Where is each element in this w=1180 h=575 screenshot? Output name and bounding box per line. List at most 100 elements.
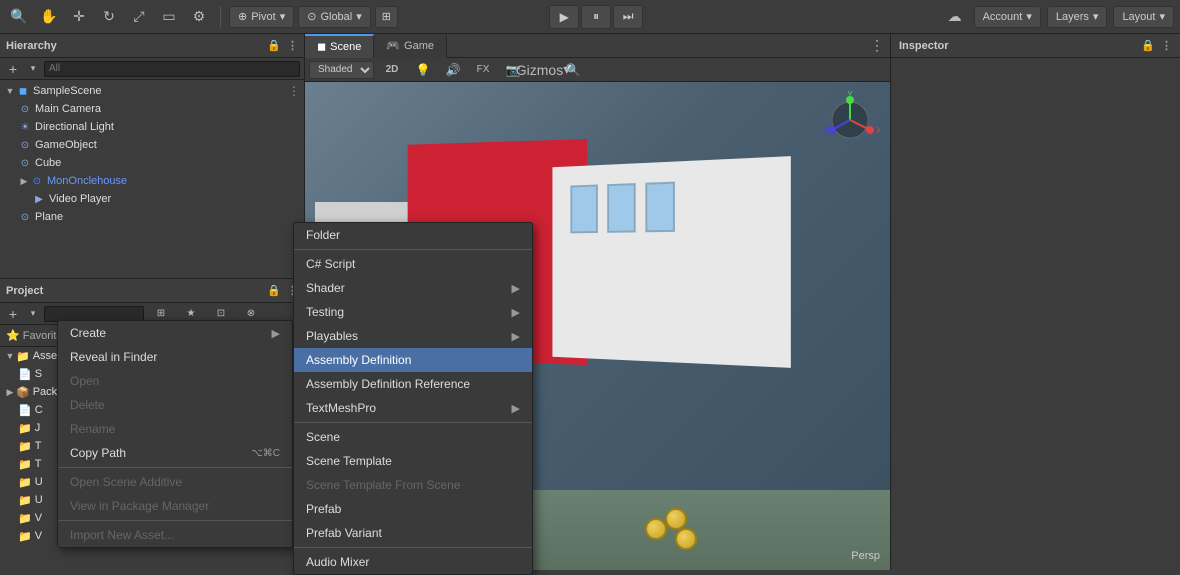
ctx-create[interactable]: Create ▶: [58, 321, 292, 345]
project-add-btn[interactable]: +: [4, 305, 22, 323]
lighting-btn[interactable]: 💡: [410, 57, 436, 83]
hierarchy-search-input[interactable]: [44, 61, 300, 77]
grid-btn[interactable]: ⊞: [375, 6, 398, 28]
global-btn[interactable]: ⊙ Global ▾: [298, 6, 371, 28]
tree-item-cube[interactable]: ⊙ Cube: [0, 154, 304, 172]
hierarchy-kebab-icon[interactable]: ⋮: [287, 39, 298, 52]
ctx-open-label: Open: [70, 374, 99, 388]
layers-button[interactable]: Layers ▾: [1047, 6, 1108, 28]
ctx-scene[interactable]: Scene: [294, 425, 532, 449]
ctx-assemblydefref[interactable]: Assembly Definition Reference: [294, 372, 532, 396]
ctx-textmeshpro[interactable]: TextMeshPro ▶: [294, 396, 532, 420]
tree-item-mononclehouse[interactable]: ▶ ⊙ MonOnclehouse: [0, 172, 304, 190]
mononclehouse-arrow: ▶: [18, 175, 30, 187]
ctx-viewpackage: View in Package Manager: [58, 494, 292, 518]
scale-tool-btn[interactable]: ⤢: [126, 4, 152, 30]
project-dropdown-btn[interactable]: ▾: [26, 305, 40, 323]
ctx-testing-label: Testing: [306, 305, 344, 319]
samplescene-arrow: ▼: [4, 85, 16, 97]
ctx-assemblydef[interactable]: Assembly Definition: [294, 348, 532, 372]
game-tab-icon: 🎮: [386, 39, 400, 52]
ctx-prefab[interactable]: Prefab: [294, 497, 532, 521]
ctx-reveal[interactable]: Reveal in Finder: [58, 345, 292, 369]
project-title: Project: [6, 285, 267, 297]
v2-folder-icon: 📁: [18, 530, 32, 543]
scene-toolbar: Shaded 2D 💡 🔊 FX 📷 Gizmos ▾ 🔍: [305, 58, 890, 82]
ctx-testing[interactable]: Testing ▶: [294, 300, 532, 324]
gizmos-label: Gizmos: [516, 62, 563, 78]
step-icon: ⏭: [623, 9, 634, 24]
hierarchy-tree: ▼ ◼ SampleScene ⋮ ⊙ Main Camera ☀ Direct…: [0, 80, 304, 278]
ctx-scenetemplate[interactable]: Scene Template: [294, 449, 532, 473]
2d-btn[interactable]: 2D: [378, 57, 406, 83]
ctx-sep-2: [58, 520, 292, 521]
ctx-audiomixer[interactable]: Audio Mixer: [294, 550, 532, 574]
ctx-opensceneadditive: Open Scene Additive: [58, 470, 292, 494]
ctx-scenetemplatefromscene-label: Scene Template From Scene: [306, 478, 461, 492]
layout-button[interactable]: Layout ▾: [1113, 6, 1174, 28]
tree-item-plane[interactable]: ⊙ Plane: [0, 208, 304, 226]
search-toolbar-btn[interactable]: 🔍: [6, 4, 32, 30]
scene-tab-icon: ◼: [317, 40, 326, 53]
pivot-label: Pivot: [251, 11, 275, 23]
scene-tabs: ◼ Scene 🎮 Game ⋮: [305, 34, 890, 58]
pivot-arrow-icon: ▾: [280, 10, 286, 23]
ctx-shader[interactable]: Shader ▶: [294, 276, 532, 300]
pause-button[interactable]: ⏸: [581, 5, 611, 29]
ctx-folder[interactable]: Folder: [294, 223, 532, 247]
tree-item-gameobject[interactable]: ⊙ GameObject: [0, 136, 304, 154]
tree-item-dirlight[interactable]: ☀ Directional Light: [0, 118, 304, 136]
hierarchy-dropdown-btn[interactable]: ▾: [26, 60, 40, 78]
ctx-assemblydef-label: Assembly Definition: [306, 353, 411, 367]
tree-item-videoplayer[interactable]: ▶ Video Player: [0, 190, 304, 208]
gizmos-btn[interactable]: Gizmos ▾: [530, 57, 556, 83]
transform-tool-btn[interactable]: ⚙: [186, 4, 212, 30]
tree-item-samplescene[interactable]: ▼ ◼ SampleScene ⋮: [0, 82, 304, 100]
s1-label: S: [35, 368, 42, 380]
ctx-playables[interactable]: Playables ▶: [294, 324, 532, 348]
ctx-csharp[interactable]: C# Script: [294, 252, 532, 276]
scene-tab[interactable]: ◼ Scene: [305, 34, 374, 58]
ctx-rsep-1: [294, 249, 532, 250]
ctx-importnew: Import New Asset...: [58, 523, 292, 547]
gameobject-label: GameObject: [35, 139, 97, 151]
audio-btn[interactable]: 🔊: [440, 57, 466, 83]
game-tab[interactable]: 🎮 Game: [374, 34, 447, 58]
samplescene-icon: ◼: [16, 84, 30, 98]
layers-arrow-icon: ▾: [1093, 10, 1099, 23]
ctx-csharp-label: C# Script: [306, 257, 355, 271]
v1-folder-icon: 📁: [18, 512, 32, 525]
j1-folder-icon: 📁: [18, 422, 32, 435]
pivot-btn[interactable]: ⊕ Pivot ▾: [229, 6, 294, 28]
right-panel: Inspector 🔒 ⋮: [890, 34, 1180, 570]
ctx-prefabvariant-label: Prefab Variant: [306, 526, 382, 540]
collab-btn[interactable]: ☁: [942, 4, 968, 30]
inspector-kebab-icon[interactable]: ⋮: [1161, 39, 1172, 52]
gizmo-widget: Y X Z: [820, 90, 880, 150]
plane-label: Plane: [35, 211, 63, 223]
ctx-copypath[interactable]: Copy Path ⌥⌘C: [58, 441, 292, 465]
scene-search-btn[interactable]: 🔍: [560, 57, 586, 83]
rotate-tool-btn[interactable]: ↻: [96, 4, 122, 30]
fx-btn[interactable]: FX: [470, 57, 496, 83]
play-button[interactable]: ▶: [549, 5, 579, 29]
ctx-prefab-label: Prefab: [306, 502, 341, 516]
hierarchy-header: Hierarchy 🔒 ⋮: [0, 34, 304, 58]
rect-tool-btn[interactable]: ▭: [156, 4, 182, 30]
move-tool-btn[interactable]: ✛: [66, 4, 92, 30]
svg-text:Y: Y: [847, 90, 853, 99]
scene-more-btn[interactable]: ⋮: [864, 33, 890, 59]
hierarchy-add-btn[interactable]: +: [4, 60, 22, 78]
step-button[interactable]: ⏭: [613, 5, 643, 29]
pivot-icon: ⊕: [238, 10, 247, 23]
dirlight-label: Directional Light: [35, 121, 114, 133]
account-button[interactable]: Account ▾: [974, 6, 1041, 28]
ctx-prefabvariant[interactable]: Prefab Variant: [294, 521, 532, 545]
ctx-testing-arrow: ▶: [512, 306, 520, 319]
samplescene-kebab[interactable]: ⋮: [288, 84, 300, 98]
hand-tool-btn[interactable]: ✋: [36, 4, 62, 30]
ctx-rename: Rename: [58, 417, 292, 441]
shading-select[interactable]: Shaded: [309, 61, 374, 79]
tree-item-maincamera[interactable]: ⊙ Main Camera: [0, 100, 304, 118]
global-label: Global: [320, 11, 352, 23]
